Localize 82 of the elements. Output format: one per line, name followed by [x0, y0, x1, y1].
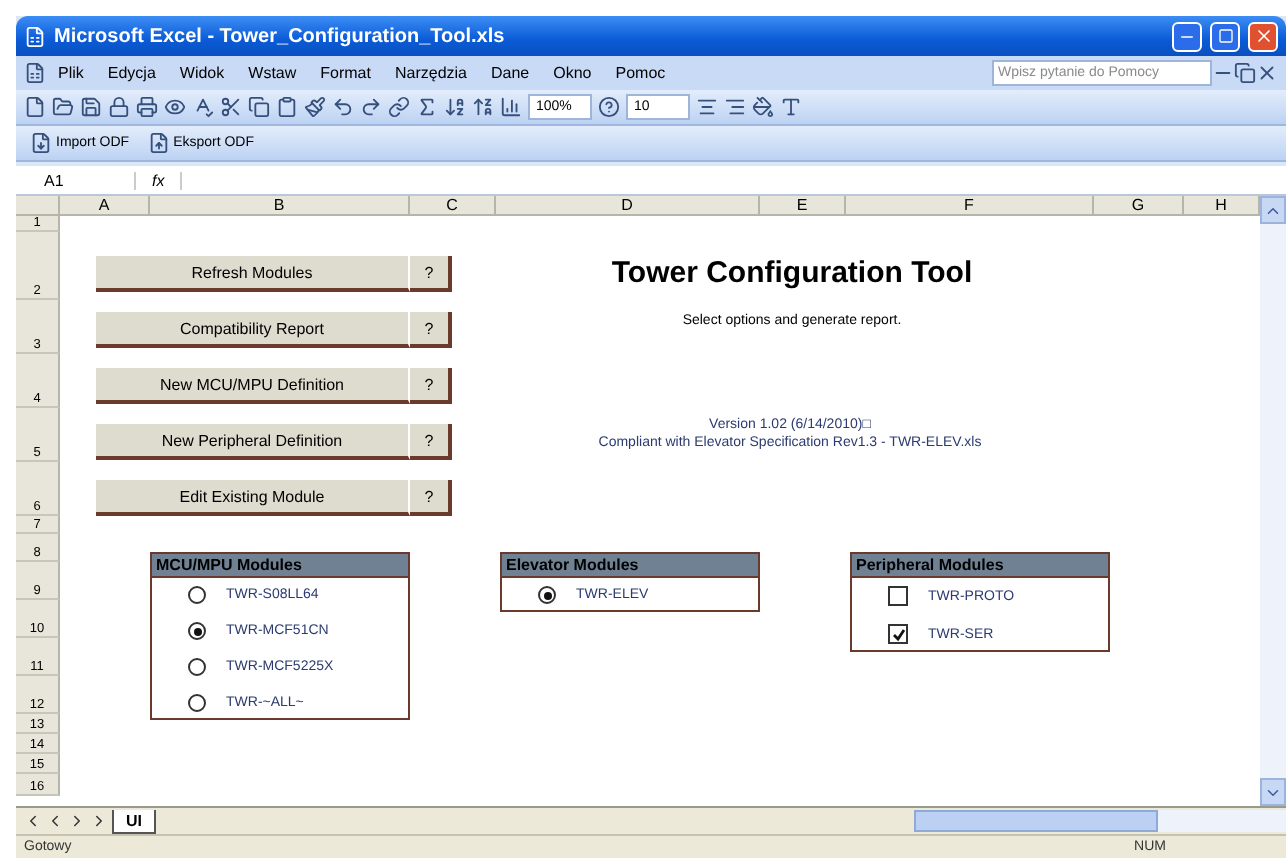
print-icon[interactable]: [136, 96, 158, 118]
sheet-title: Tower Configuration Tool: [611, 256, 973, 290]
file-upload-icon: [147, 132, 170, 154]
maximize-button[interactable]: [1210, 21, 1240, 51]
column-header[interactable]: G: [1094, 196, 1184, 216]
window-title: Microsoft Excel - Tower_Configuration_Tool.xls: [54, 25, 507, 47]
menu-item[interactable]: Pomoc: [603, 64, 678, 82]
close-icon[interactable]: [1256, 62, 1278, 84]
menu-item[interactable]: Format: [308, 64, 383, 82]
menu-item[interactable]: Widok: [167, 64, 237, 82]
menu-item[interactable]: Plik: [46, 64, 96, 82]
sheet-tab[interactable]: UI: [112, 809, 156, 833]
help-icon[interactable]: [598, 96, 620, 118]
bar-chart-icon[interactable]: [500, 96, 522, 118]
align-center-icon[interactable]: [696, 96, 718, 118]
previous-sheet-icon[interactable]: [46, 812, 64, 830]
panel-title: MCU/MPU Modules: [152, 554, 408, 578]
redo-icon[interactable]: [360, 96, 382, 118]
macro-button[interactable]: Refresh Modules: [96, 256, 410, 292]
lock-icon[interactable]: [108, 96, 130, 118]
next-sheet-icon[interactable]: [68, 812, 86, 830]
scissors-icon[interactable]: [220, 96, 242, 118]
menu-item[interactable]: Okno: [541, 64, 604, 82]
help-button[interactable]: ?: [410, 312, 452, 348]
radio-button[interactable]: [188, 586, 206, 604]
close-button[interactable]: [1248, 21, 1278, 51]
open-folder-icon[interactable]: [52, 96, 74, 118]
column-header[interactable]: A: [60, 196, 150, 216]
panel-title: Peripheral Modules: [852, 554, 1108, 578]
undo-icon[interactable]: [332, 96, 354, 118]
vertical-scrollbar[interactable]: [1260, 196, 1286, 806]
minimize-button[interactable]: [1172, 21, 1202, 51]
close-icon: [1253, 26, 1273, 46]
radio-button[interactable]: [538, 586, 556, 604]
sort-ascending-icon[interactable]: [444, 96, 466, 118]
help-button[interactable]: ?: [410, 424, 452, 460]
new-document-icon[interactable]: [24, 96, 46, 118]
clipboard-icon[interactable]: [276, 96, 298, 118]
help-button[interactable]: ?: [410, 368, 452, 404]
column-header[interactable]: B: [150, 196, 410, 216]
spell-check-icon[interactable]: [192, 96, 214, 118]
align-right-icon[interactable]: [724, 96, 746, 118]
spreadsheet-icon: [24, 25, 46, 47]
radio-button[interactable]: [188, 622, 206, 640]
macro-button[interactable]: New Peripheral Definition: [96, 424, 410, 460]
column-header[interactable]: D: [496, 196, 760, 216]
paintbrush-icon[interactable]: [304, 96, 326, 118]
link-icon[interactable]: [388, 96, 410, 118]
fill-color-icon[interactable]: [752, 96, 774, 118]
last-sheet-icon[interactable]: [90, 812, 108, 830]
menu-item[interactable]: Edycja: [95, 64, 168, 82]
column-header[interactable]: F: [846, 196, 1094, 216]
horizontal-scrollbar[interactable]: [914, 810, 1286, 832]
spreadsheet-icon[interactable]: [24, 62, 46, 84]
sort-descending-icon[interactable]: [472, 96, 494, 118]
column-header[interactable]: C: [410, 196, 496, 216]
first-sheet-icon[interactable]: [24, 812, 42, 830]
help-button[interactable]: ?: [410, 480, 452, 516]
save-icon[interactable]: [80, 96, 102, 118]
radio-button[interactable]: [188, 658, 206, 676]
function-label[interactable]: fx: [136, 171, 183, 189]
radio-button[interactable]: [188, 694, 206, 712]
restore-icon[interactable]: [1234, 62, 1256, 84]
preview-icon[interactable]: [164, 96, 186, 118]
menu-item[interactable]: Narzędzia: [382, 64, 479, 82]
column-header[interactable]: E: [760, 196, 846, 216]
macro-button[interactable]: Edit Existing Module: [96, 480, 410, 516]
name-box[interactable]: A1: [16, 171, 136, 189]
file-download-icon: [30, 132, 52, 154]
font-color-icon[interactable]: [780, 96, 802, 118]
menu-item[interactable]: Wstaw: [236, 64, 309, 82]
copy-icon[interactable]: [248, 96, 270, 118]
checkbox[interactable]: [888, 586, 908, 606]
maximize-icon: [1217, 28, 1233, 44]
macro-button[interactable]: Compatibility Report: [96, 312, 410, 348]
macro-button[interactable]: New MCU/MPU Definition: [96, 368, 410, 404]
column-header[interactable]: H: [1184, 196, 1260, 216]
sigma-icon[interactable]: [416, 96, 438, 118]
panel-title: Elevator Modules: [502, 554, 758, 578]
menu-item[interactable]: Dane: [479, 64, 542, 82]
checkbox[interactable]: [888, 624, 908, 644]
help-button[interactable]: ?: [410, 256, 452, 292]
